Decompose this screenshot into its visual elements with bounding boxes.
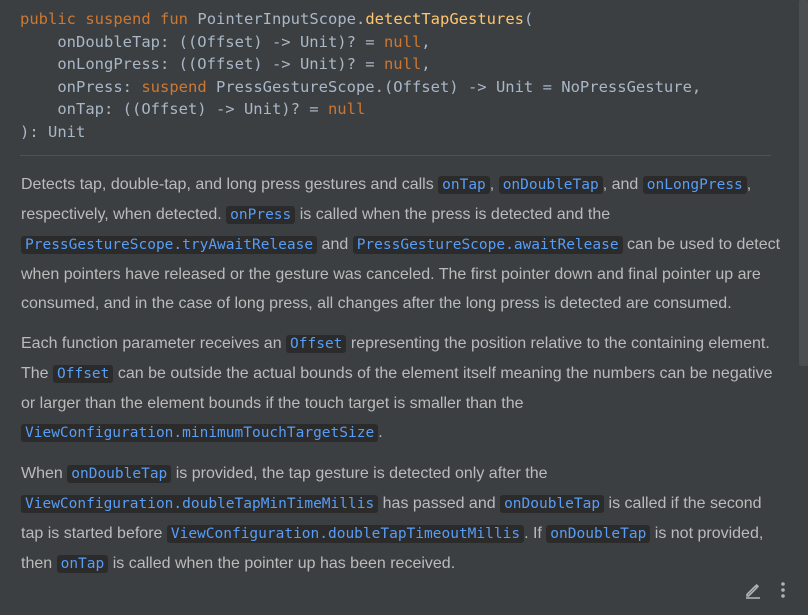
code-link-on-long-press[interactable]: onLongPress: [642, 176, 747, 194]
pencil-icon: [746, 584, 760, 599]
documentation-body: Detects tap, double-tap, and long press …: [21, 170, 781, 590]
doc-text: and: [317, 236, 353, 253]
code-link-minimum-touch-target-size[interactable]: ViewConfiguration.minimumTouchTargetSize: [21, 424, 379, 442]
null-literal: null: [327, 100, 366, 119]
documentation-popup: public suspend fun PointerInputScope.det…: [0, 0, 808, 615]
code-link-double-tap-min-time-millis[interactable]: ViewConfiguration.doubleTapMinTimeMillis: [21, 495, 379, 513]
doc-text: is called when the pointer up has been r…: [108, 555, 456, 572]
signature-close: ): Unit: [20, 122, 86, 141]
comma: ,: [421, 32, 431, 51]
keyword-suspend: suspend: [85, 10, 151, 28]
code-link-on-double-tap[interactable]: onDoubleTap: [546, 525, 651, 543]
doc-text: Detects tap, double-tap, and long press …: [21, 176, 439, 193]
keyword-public: public: [20, 10, 76, 28]
code-link-await-release[interactable]: PressGestureScope.awaitRelease: [352, 236, 623, 254]
function-name: detectTapGestures: [365, 10, 524, 28]
param-on-double-tap: onDoubleTap: ((Offset) -> Unit)? =: [20, 32, 384, 51]
doc-text: ,: [489, 176, 499, 193]
more-vertical-icon: [781, 582, 785, 598]
function-signature: public suspend fun PointerInputScope.det…: [20, 8, 790, 144]
param-on-press-type: PressGestureScope.(Offset) -> Unit = NoP…: [206, 77, 702, 96]
doc-text: .: [378, 424, 383, 441]
doc-paragraph-1: Detects tap, double-tap, and long press …: [21, 170, 781, 318]
keyword-fun: fun: [160, 10, 189, 28]
doc-paragraph-3: When onDoubleTap is provided, the tap ge…: [21, 459, 781, 579]
code-link-double-tap-timeout-millis[interactable]: ViewConfiguration.doubleTapTimeoutMillis: [166, 525, 525, 543]
code-link-on-double-tap[interactable]: onDoubleTap: [498, 176, 603, 194]
code-link-on-tap[interactable]: onTap: [56, 555, 109, 573]
code-link-on-tap[interactable]: onTap: [438, 176, 490, 194]
scrollbar-thumb[interactable]: [799, 0, 808, 366]
doc-text: . If: [524, 525, 547, 542]
code-link-offset[interactable]: Offset: [53, 365, 114, 383]
comma: ,: [421, 55, 431, 74]
code-link-on-double-tap[interactable]: onDoubleTap: [500, 495, 605, 513]
doc-text: is provided, the tap gesture is detected…: [171, 465, 548, 482]
doc-text: has passed and: [378, 495, 501, 512]
doc-text: When: [21, 465, 68, 482]
code-link-on-press[interactable]: onPress: [226, 206, 296, 224]
code-link-offset[interactable]: Offset: [286, 335, 347, 353]
doc-text: Each function parameter receives an: [21, 335, 287, 352]
null-literal: null: [383, 32, 422, 51]
doc-text: can be outside the actual bounds of the …: [21, 365, 773, 412]
edit-button[interactable]: [742, 579, 764, 601]
doc-paragraph-2: Each function parameter receives an Offs…: [21, 329, 781, 448]
popup-toolbar: [742, 579, 794, 601]
open-paren: (: [523, 10, 534, 28]
doc-text: , and: [602, 176, 643, 193]
receiver-type: PointerInputScope.: [197, 10, 366, 28]
param-on-tap: onTap: ((Offset) -> Unit)? =: [20, 100, 328, 119]
doc-text: is called when the press is detected and…: [295, 206, 611, 223]
keyword-suspend: suspend: [141, 77, 207, 96]
more-options-button[interactable]: [772, 579, 794, 601]
param-on-long-press: onLongPress: ((Offset) -> Unit)? =: [20, 55, 384, 74]
param-on-press: onPress:: [20, 77, 142, 96]
null-literal: null: [383, 55, 422, 74]
code-link-try-await-release[interactable]: PressGestureScope.tryAwaitRelease: [21, 236, 318, 254]
code-link-on-double-tap[interactable]: onDoubleTap: [67, 465, 172, 483]
separator: [20, 155, 771, 156]
